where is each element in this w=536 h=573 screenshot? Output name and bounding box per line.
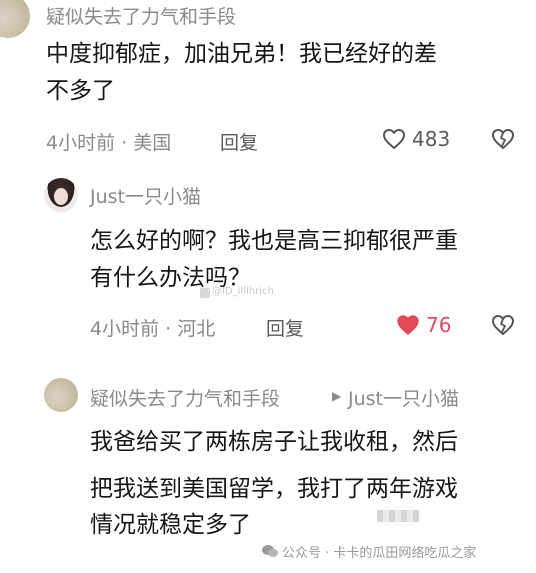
avatar-comment-2[interactable]: [44, 178, 78, 212]
comment-2-reply-button[interactable]: 回复: [266, 314, 304, 341]
comment-3-text-line-2: 把我送到美国留学，我打了两年游戏: [90, 476, 458, 502]
comment-1-time-location: 4小时前 · 美国: [46, 132, 172, 154]
username-comment-3[interactable]: 疑似失去了力气和手段: [90, 384, 280, 411]
comment-2-time-location: 4小时前 · 河北: [90, 318, 216, 340]
comment-1-text-line-2: 不多了: [46, 78, 115, 104]
comment-2-like-count: 76: [426, 313, 452, 337]
broken-heart-icon[interactable]: [491, 128, 515, 150]
reply-to-username[interactable]: Just一只小猫: [348, 384, 459, 411]
comment-3-text-line-3: 情况就稳定多了: [90, 512, 251, 538]
watermark-bottom: 公众号 · 卡卡的瓜田网络吃瓜之家: [282, 546, 477, 561]
comment-1-reply-button[interactable]: 回复: [220, 128, 258, 155]
comment-1-like-count: 483: [412, 127, 451, 151]
username-comment-2[interactable]: Just一只小猫: [90, 182, 201, 209]
blurred-overlay: [377, 510, 419, 522]
avatar-comment-3[interactable]: [44, 378, 78, 412]
watermark-mid: @ID_illlhrich: [212, 286, 274, 297]
avatar-comment-1[interactable]: [0, 0, 30, 38]
broken-heart-icon[interactable]: [491, 314, 515, 336]
comment-2-text-line-1: 怎么好的啊？我也是高三抑郁很严重: [90, 228, 458, 254]
heart-filled-icon[interactable]: [396, 314, 420, 336]
play-triangle-icon: ▶: [332, 389, 342, 403]
username-comment-1[interactable]: 疑似失去了力气和手段: [46, 2, 236, 29]
comment-1-text-line-1: 中度抑郁症，加油兄弟！我已经好的差: [46, 41, 437, 67]
watermark-logo: [200, 288, 210, 298]
wechat-icon: [262, 545, 278, 557]
comment-3-text-line-1: 我爸给买了两栋房子让我收租，然后: [90, 429, 458, 455]
heart-outline-icon[interactable]: [382, 128, 406, 150]
